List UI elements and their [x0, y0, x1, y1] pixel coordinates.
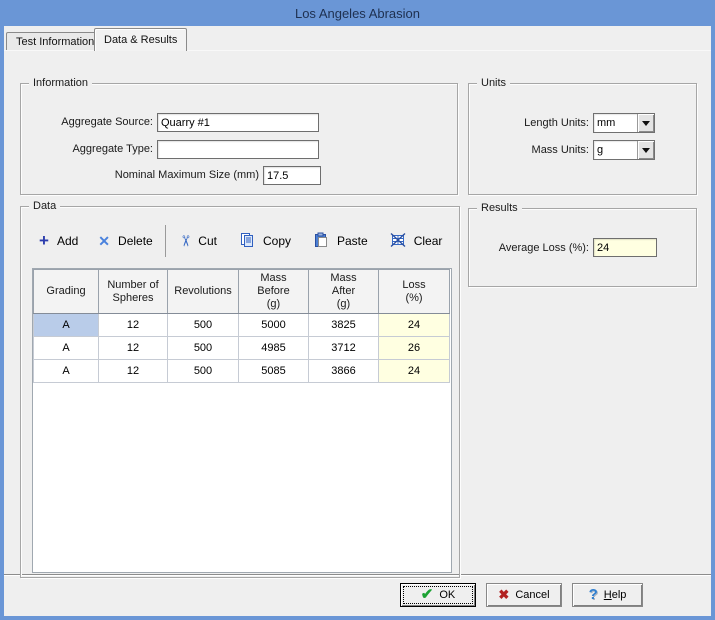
aggregate-type-field[interactable]	[157, 140, 319, 159]
cancel-button[interactable]: ✖ Cancel	[486, 583, 562, 607]
table-cell[interactable]: 500	[168, 337, 239, 360]
table-cell[interactable]: 4985	[239, 337, 309, 360]
information-groupbox: Information Aggregate Source: Aggregate …	[20, 83, 458, 195]
table-cell[interactable]: 12	[99, 360, 168, 383]
cut-label: Cut	[198, 234, 217, 248]
data-table: GradingNumber ofSpheresRevolutionsMassBe…	[33, 269, 450, 383]
chevron-down-icon[interactable]	[637, 141, 654, 159]
average-loss-field[interactable]	[593, 238, 657, 257]
table-cell[interactable]: 3825	[309, 314, 379, 337]
paste-label: Paste	[337, 234, 368, 248]
column-header: Revolutions	[168, 270, 239, 314]
table-cell[interactable]: 24	[379, 360, 450, 383]
table-cell[interactable]: 5000	[239, 314, 309, 337]
paste-icon	[313, 232, 329, 251]
tab-label: Data & Results	[104, 34, 177, 46]
cut-icon: ✂	[176, 235, 192, 248]
cancel-label: Cancel	[515, 589, 549, 601]
aggregate-source-field[interactable]	[157, 113, 319, 132]
tab-page-data-results: Information Aggregate Source: Aggregate …	[4, 50, 711, 574]
window-title: Los Angeles Abrasion	[295, 6, 420, 21]
aggregate-source-label: Aggregate Source:	[21, 115, 153, 129]
table-cell[interactable]: 5085	[239, 360, 309, 383]
table-cell[interactable]: 12	[99, 337, 168, 360]
mass-units-value: g	[594, 144, 637, 156]
chevron-down-icon[interactable]	[637, 114, 654, 132]
delete-label: Delete	[118, 234, 153, 248]
results-groupbox: Results Average Loss (%):	[468, 208, 697, 287]
copy-button[interactable]: Copy	[233, 228, 297, 255]
delete-icon: ✕	[98, 233, 110, 249]
add-button[interactable]: + Add	[33, 229, 84, 253]
question-mark-icon: ?	[589, 587, 598, 603]
cut-button[interactable]: ✂ Cut	[172, 229, 223, 253]
mass-units-select[interactable]: g	[593, 140, 655, 160]
column-header: Number ofSpheres	[99, 270, 168, 314]
length-units-label: Length Units:	[469, 116, 589, 130]
ok-button[interactable]: ✔ OK	[400, 583, 476, 607]
table-cell[interactable]: 26	[379, 337, 450, 360]
nominal-max-size-label: Nominal Maximum Size (mm)	[21, 168, 259, 182]
copy-icon	[239, 232, 255, 251]
nominal-max-size-field[interactable]	[263, 166, 321, 185]
table-row: A125005000382524	[34, 314, 450, 337]
data-grid-container: GradingNumber ofSpheresRevolutionsMassBe…	[32, 268, 452, 573]
dialog-client-area: Test Information Data & Results Informat…	[4, 26, 711, 616]
data-legend: Data	[29, 199, 60, 213]
column-header: Grading	[34, 270, 99, 314]
aggregate-type-label: Aggregate Type:	[21, 142, 153, 156]
information-legend: Information	[29, 76, 92, 90]
units-legend: Units	[477, 76, 510, 90]
column-header: Loss(%)	[379, 270, 450, 314]
delete-button[interactable]: ✕ Delete	[92, 229, 158, 253]
table-cell[interactable]: 3866	[309, 360, 379, 383]
help-label: Help	[604, 589, 627, 601]
table-cell[interactable]: 24	[379, 314, 450, 337]
length-units-value: mm	[594, 117, 637, 129]
table-cell[interactable]: 12	[99, 314, 168, 337]
average-loss-label: Average Loss (%):	[469, 241, 589, 255]
tab-test-information[interactable]: Test Information	[6, 32, 104, 51]
data-toolbar: + Add ✕ Delete ✂ Cut	[33, 221, 449, 261]
column-header: MassAfter(g)	[309, 270, 379, 314]
table-row: A125004985371226	[34, 337, 450, 360]
title-bar: Los Angeles Abrasion	[0, 0, 715, 26]
app-window: Los Angeles Abrasion Test Information Da…	[0, 0, 715, 620]
clear-icon	[390, 232, 406, 251]
tab-data-and-results[interactable]: Data & Results	[94, 28, 187, 51]
clear-label: Clear	[414, 234, 443, 248]
check-icon: ✔	[421, 587, 434, 603]
results-legend: Results	[477, 201, 522, 215]
tab-label: Test Information	[16, 36, 94, 48]
table-cell[interactable]: 500	[168, 360, 239, 383]
mass-units-label: Mass Units:	[469, 143, 589, 157]
table-cell[interactable]: 500	[168, 314, 239, 337]
add-icon: +	[39, 233, 49, 249]
table-cell[interactable]: A	[34, 314, 99, 337]
ok-label: OK	[439, 589, 455, 601]
length-units-select[interactable]: mm	[593, 113, 655, 133]
clear-button[interactable]: Clear	[384, 228, 449, 255]
x-icon: ✖	[498, 587, 509, 603]
data-groupbox: Data + Add ✕ Delete ✂ Cut	[20, 206, 460, 578]
copy-label: Copy	[263, 234, 291, 248]
table-cell[interactable]: 3712	[309, 337, 379, 360]
help-button[interactable]: ? Help	[572, 583, 643, 607]
add-label: Add	[57, 234, 78, 248]
toolbar-separator	[165, 225, 166, 257]
paste-button[interactable]: Paste	[307, 228, 374, 255]
table-row: A125005085386624	[34, 360, 450, 383]
units-groupbox: Units Length Units: mm Mass Units: g	[468, 83, 697, 195]
column-header: MassBefore(g)	[239, 270, 309, 314]
table-cell[interactable]: A	[34, 337, 99, 360]
table-cell[interactable]: A	[34, 360, 99, 383]
